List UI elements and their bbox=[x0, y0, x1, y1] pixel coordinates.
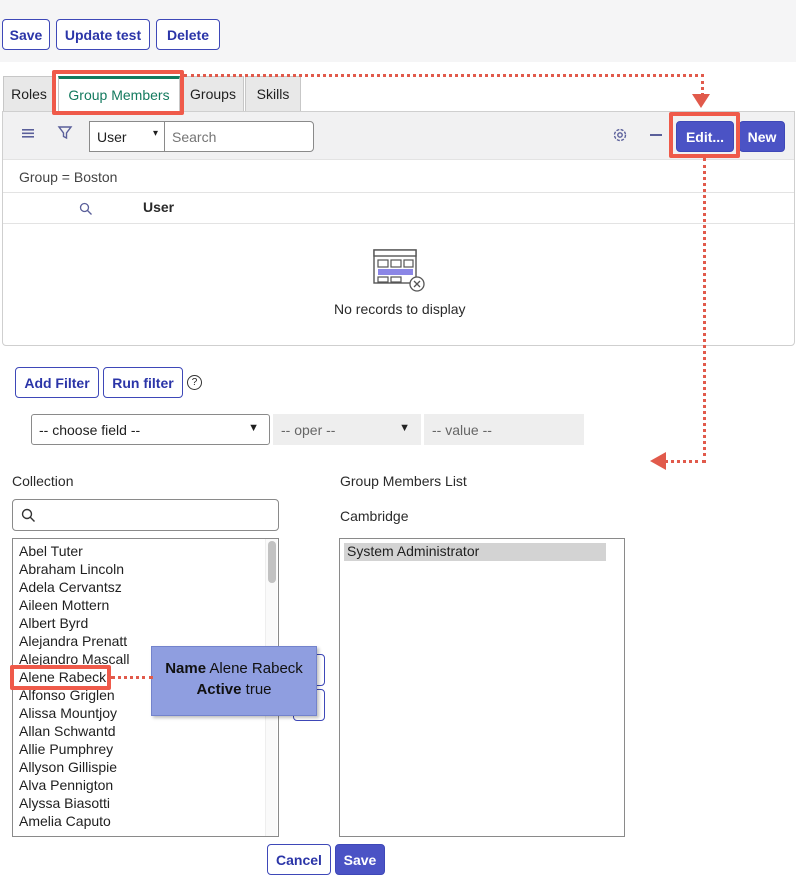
filter-funnel-icon[interactable] bbox=[57, 125, 73, 145]
choose-field-select[interactable]: -- choose field -- ▼ bbox=[31, 414, 270, 445]
divider bbox=[3, 192, 794, 193]
tooltip-name-value: Alene Rabeck bbox=[209, 660, 303, 677]
list-item[interactable]: Allyson Gillispie bbox=[19, 759, 117, 775]
arrow-line bbox=[111, 676, 153, 679]
list-item[interactable]: Allie Pumphrey bbox=[19, 741, 113, 757]
field-select-value: User bbox=[97, 128, 127, 145]
arrow-line bbox=[703, 158, 706, 463]
run-filter-button[interactable]: Run filter bbox=[103, 367, 183, 398]
highlight-edit-button bbox=[669, 112, 740, 158]
highlight-group-members-tab bbox=[52, 70, 184, 115]
chevron-down-icon: ▾ bbox=[152, 128, 158, 139]
list-item[interactable]: Alyssa Biasotti bbox=[19, 795, 110, 811]
group-members-label: Group Members List bbox=[340, 473, 467, 489]
new-button[interactable]: New bbox=[739, 121, 785, 152]
search-icon bbox=[21, 508, 36, 527]
footer-save-button[interactable]: Save bbox=[335, 844, 385, 875]
list-item[interactable]: Alejandra Prenatt bbox=[19, 633, 127, 649]
arrow-down-icon bbox=[692, 94, 710, 108]
list-item[interactable]: Allan Schwantd bbox=[19, 723, 116, 739]
tab-groups[interactable]: Groups bbox=[182, 76, 244, 111]
chevron-down-icon: ▼ bbox=[399, 422, 410, 434]
collection-label: Collection bbox=[12, 473, 74, 489]
highlight-alene-rabeck bbox=[10, 665, 111, 690]
chevron-down-icon: ▼ bbox=[248, 422, 259, 434]
empty-list-icon bbox=[373, 249, 425, 297]
list-item[interactable]: Amelia Caputo bbox=[19, 813, 111, 829]
list-item[interactable]: Alva Pennigton bbox=[19, 777, 113, 793]
list-item[interactable]: Abraham Lincoln bbox=[19, 561, 124, 577]
search-input[interactable] bbox=[164, 121, 314, 152]
tab-roles[interactable]: Roles bbox=[3, 76, 55, 111]
group-members-list[interactable]: System Administrator bbox=[339, 538, 625, 837]
collapse-icon[interactable] bbox=[650, 134, 662, 136]
tooltip-active-key: Active bbox=[196, 681, 242, 698]
collection-search-input[interactable] bbox=[12, 499, 279, 531]
search-icon[interactable] bbox=[79, 201, 93, 220]
tab-label: Roles bbox=[11, 86, 47, 102]
list-item-selected[interactable]: System Administrator bbox=[344, 543, 606, 561]
list-item[interactable]: Adela Cervantsz bbox=[19, 579, 122, 595]
tab-skills[interactable]: Skills bbox=[245, 76, 301, 111]
breadcrumb[interactable]: Group = Boston bbox=[19, 169, 117, 185]
choose-field-value: -- choose field -- bbox=[39, 421, 141, 438]
hamburger-menu-icon[interactable] bbox=[21, 125, 37, 144]
value-placeholder: -- value -- bbox=[432, 421, 492, 438]
list-item[interactable]: Aileen Mottern bbox=[19, 597, 109, 613]
update-test-button[interactable]: Update test bbox=[56, 19, 150, 50]
operator-value: -- oper -- bbox=[281, 421, 336, 438]
arrow-line bbox=[701, 74, 704, 96]
tab-label: Groups bbox=[190, 86, 236, 102]
column-header-user[interactable]: User bbox=[143, 199, 174, 215]
arrow-line bbox=[664, 460, 706, 463]
tooltip-active-line: Active true bbox=[152, 681, 316, 698]
delete-button[interactable]: Delete bbox=[156, 19, 220, 50]
cancel-button[interactable]: Cancel bbox=[267, 844, 331, 875]
divider bbox=[3, 223, 794, 224]
list-item[interactable]: Abel Tuter bbox=[19, 543, 83, 559]
gear-icon[interactable] bbox=[612, 127, 628, 147]
list-item[interactable]: Alissa Mountjoy bbox=[19, 705, 117, 721]
operator-select[interactable]: -- oper -- ▼ bbox=[273, 414, 421, 445]
empty-message: No records to display bbox=[334, 301, 466, 317]
tooltip-name-key: Name bbox=[165, 660, 207, 677]
record-tooltip: Name Alene Rabeck Active true bbox=[151, 646, 317, 716]
arrow-line bbox=[184, 74, 704, 77]
field-select[interactable]: User ▾ bbox=[89, 121, 165, 152]
tooltip-active-value: true bbox=[245, 681, 272, 698]
tab-label: Skills bbox=[256, 86, 290, 102]
add-filter-button[interactable]: Add Filter bbox=[15, 367, 99, 398]
tooltip-name-line: Name Alene Rabeck bbox=[152, 660, 316, 677]
value-input[interactable]: -- value -- bbox=[424, 414, 584, 445]
group-name: Cambridge bbox=[340, 508, 409, 524]
arrow-left-icon bbox=[650, 452, 666, 470]
scrollbar-thumb[interactable] bbox=[268, 541, 276, 583]
help-icon[interactable]: ? bbox=[187, 375, 202, 390]
list-item-label: System Administrator bbox=[347, 543, 480, 559]
save-button[interactable]: Save bbox=[2, 19, 50, 50]
list-item[interactable]: Albert Byrd bbox=[19, 615, 88, 631]
